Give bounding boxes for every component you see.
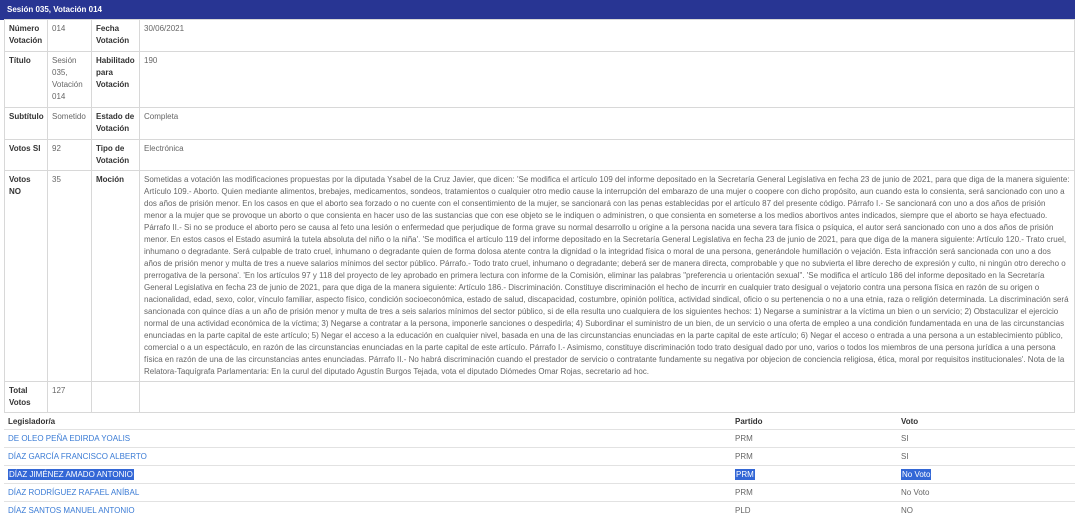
votos-no-label: Votos NO [5, 171, 48, 382]
titulo-label: Título [5, 52, 48, 108]
partido-cell: PRM [731, 484, 897, 502]
numero-votacion-label: Número Votación [5, 20, 48, 52]
votos-no-value: 35 [48, 171, 92, 382]
table-row: DE OLEO PEÑA EDIRDA YOALIS PRM SI [4, 430, 1075, 448]
subtitulo-label: Subtítulo [5, 108, 48, 140]
legislator-link[interactable]: DÍAZ RODRÍGUEZ RAFAEL ANÍBAL [8, 488, 139, 497]
voto-column-header: Voto [897, 413, 1075, 430]
legislator-link[interactable]: DE OLEO PEÑA EDIRDA YOALIS [8, 434, 130, 443]
habilitado-value: 190 [140, 52, 1075, 108]
estado-label: Estado de Votación [92, 108, 140, 140]
voto-cell: No Voto [901, 469, 931, 480]
legislator-link[interactable]: DÍAZ SANTOS MANUEL ANTONIO [8, 506, 135, 515]
section-title: Sesión 035, Votación 014 [7, 5, 102, 14]
vote-details-table: Número Votación 014 Fecha Votación 30/06… [4, 19, 1075, 413]
table-row: DÍAZ SANTOS MANUEL ANTONIO PLD NO [4, 502, 1075, 519]
empty-cell [92, 382, 140, 413]
votos-si-value: 92 [48, 140, 92, 171]
table-row-selected: DÍAZ JIMÉNEZ AMADO ANTONIO PRM No Voto [4, 466, 1075, 484]
votos-si-label: Votos SI [5, 140, 48, 171]
partido-cell: PRM [735, 469, 755, 480]
partido-cell: PRM [731, 430, 897, 448]
partido-cell: PRM [731, 448, 897, 466]
legislador-column-header: Legislador/a [4, 413, 731, 430]
mocion-label: Moción [92, 171, 140, 382]
mocion-value: Sometidas a votación las modificaciones … [140, 171, 1075, 382]
voto-cell: NO [897, 502, 1075, 519]
tipo-votacion-label: Tipo de Votación [92, 140, 140, 171]
voto-cell: No Voto [897, 484, 1075, 502]
estado-value: Completa [140, 108, 1075, 140]
legislator-votes-table: Legislador/a Partido Voto DE OLEO PEÑA E… [4, 412, 1075, 519]
total-votos-value: 127 [48, 382, 92, 413]
section-header: Sesión 035, Votación 014 [0, 0, 1075, 20]
empty-cell [140, 382, 1075, 413]
table-row: DÍAZ GARCÍA FRANCISCO ALBERTO PRM SI [4, 448, 1075, 466]
total-votos-label: Total Votos [5, 382, 48, 413]
partido-column-header: Partido [731, 413, 897, 430]
selected-text-highlight: DÍAZ JIMÉNEZ AMADO ANTONIO [8, 469, 134, 480]
table-header-row: Legislador/a Partido Voto [4, 413, 1075, 430]
habilitado-label: Habilitado para Votación [92, 52, 140, 108]
voto-cell: SI [897, 448, 1075, 466]
subtitulo-value: Sometido [48, 108, 92, 140]
legislator-link[interactable]: DÍAZ JIMÉNEZ AMADO ANTONIO [8, 469, 134, 480]
legislator-link[interactable]: DÍAZ GARCÍA FRANCISCO ALBERTO [8, 452, 147, 461]
titulo-value: Sesión 035, Votación 014 [48, 52, 92, 108]
table-row: DÍAZ RODRÍGUEZ RAFAEL ANÍBAL PRM No Voto [4, 484, 1075, 502]
tipo-votacion-value: Electrónica [140, 140, 1075, 171]
partido-cell: PLD [731, 502, 897, 519]
numero-votacion-value: 014 [48, 20, 92, 52]
fecha-votacion-value: 30/06/2021 [140, 20, 1075, 52]
fecha-votacion-label: Fecha Votación [92, 20, 140, 52]
voto-cell: SI [897, 430, 1075, 448]
